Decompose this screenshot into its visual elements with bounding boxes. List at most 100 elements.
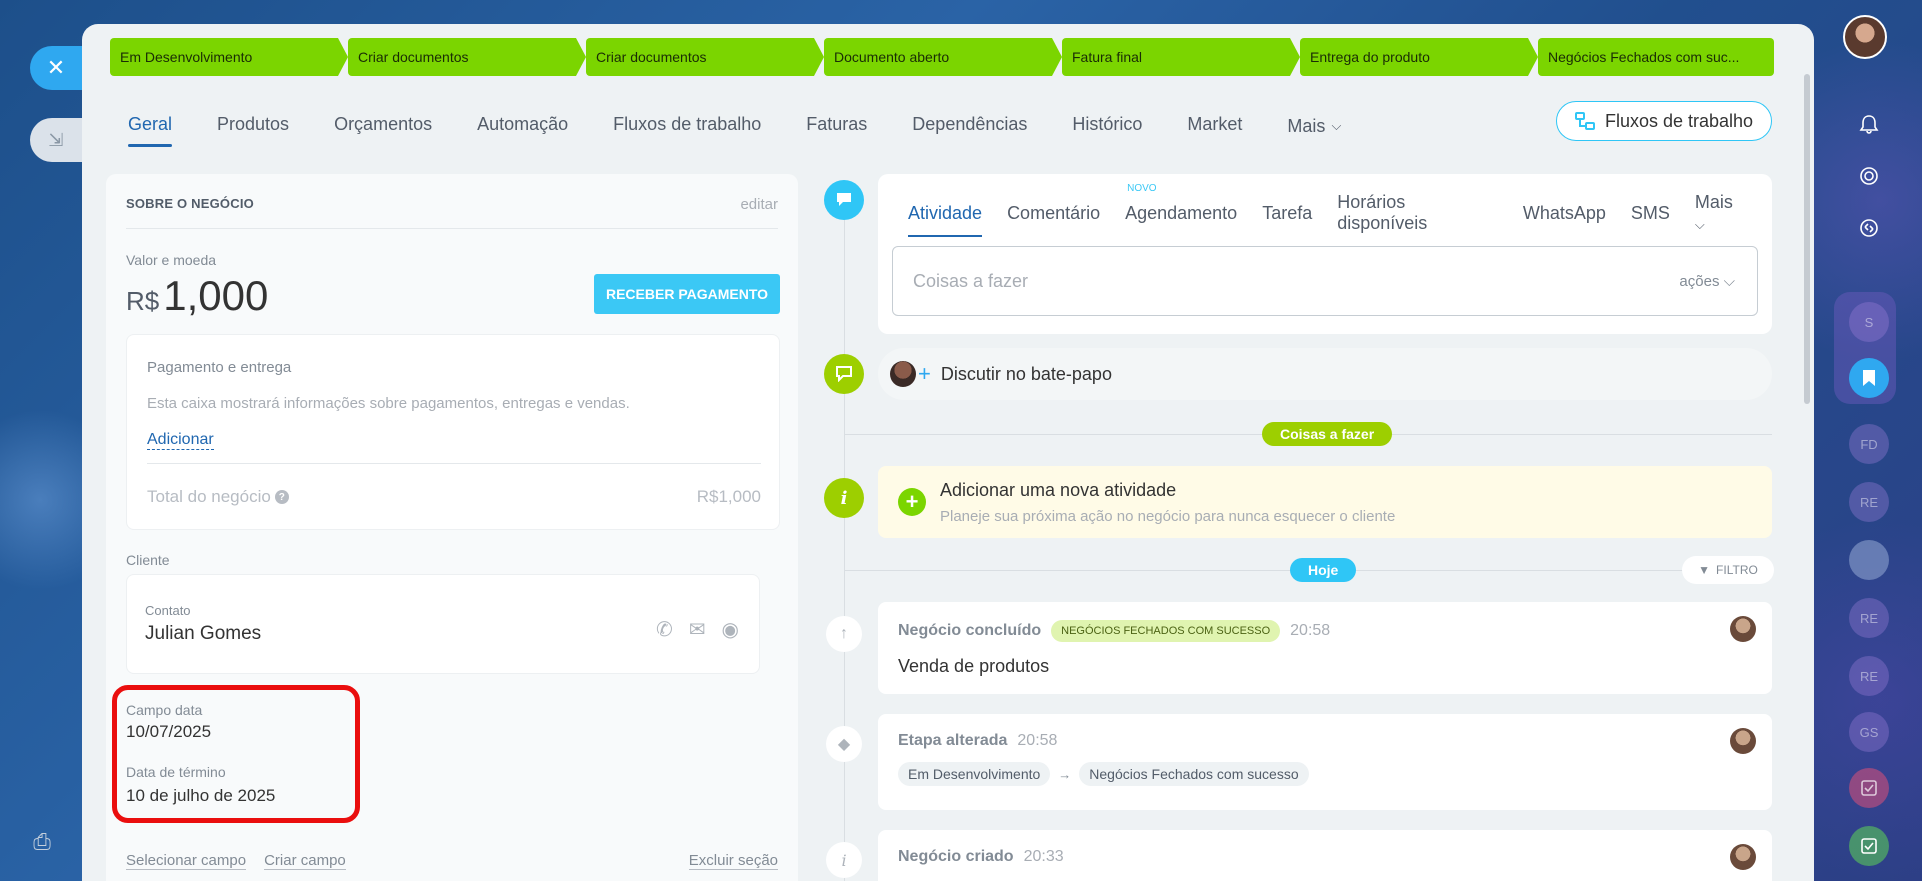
chat-avatar[interactable]: FD [1849,424,1889,464]
select-field-link[interactable]: Selecionar campo [126,852,247,870]
chat-avatar-image[interactable] [1849,540,1889,580]
stage-item[interactable]: Documento aberto [824,38,1062,76]
value-label: Valor e moeda [126,252,217,268]
plus-icon[interactable]: + [898,488,926,516]
task-done-icon[interactable] [1849,826,1889,866]
chevron-down-icon: ⌵ [1723,273,1735,290]
tab-faturas[interactable]: Faturas [806,114,867,139]
right-sidebar: S FD RE RE RE GS [1834,0,1922,881]
end-date-value[interactable]: 10 de julho de 2025 [126,786,275,806]
to-stage: Negócios Fechados com sucesso [1079,762,1309,786]
avatar[interactable] [1730,728,1756,754]
contact-label: Contato [145,603,191,618]
bell-icon[interactable] [1849,104,1889,144]
tag-icon: ◆ [826,726,862,762]
tab-sms[interactable]: SMS [1631,203,1670,224]
tab-more[interactable]: Mais ⌵ [1287,116,1341,137]
printer-icon: ⎙ [33,829,51,854]
stage-item[interactable]: Fatura final [1062,38,1300,76]
payment-title: Pagamento e entrega [147,359,292,376]
print-button[interactable]: ⎙ [28,828,56,856]
info-icon: i [824,478,864,518]
arrow-up-icon: ↑ [826,616,862,652]
tab-produtos[interactable]: Produtos [217,114,289,139]
chat-avatar[interactable]: RE [1849,656,1889,696]
workflows-button-label: Fluxos de trabalho [1604,110,1754,131]
chat-avatar[interactable]: GS [1849,712,1889,752]
tab-slots[interactable]: Horários disponíveis [1337,192,1498,234]
phone-icon[interactable]: ✆ [656,617,673,642]
tab-schedule[interactable]: NOVO Agendamento [1125,183,1237,224]
tab-more-activity-label: Mais [1694,192,1733,212]
tab-more-activity[interactable]: Mais ⌵ [1695,192,1747,234]
workflows-button[interactable]: Fluxos de trabalho [1556,101,1772,141]
tab-historico[interactable]: Histórico [1072,114,1142,139]
filter-button[interactable]: ▼ FILTRO [1682,556,1774,584]
edit-link[interactable]: editar [740,196,778,213]
plus-icon[interactable]: + [918,361,931,387]
divider [126,228,778,229]
stage-item[interactable]: Criar documentos [586,38,824,76]
stage-change: Em Desenvolvimento → Negócios Fechados c… [898,762,1309,786]
user-avatar[interactable] [1843,15,1887,59]
actions-label: ações [1679,273,1720,290]
tab-automacao[interactable]: Automação [477,114,568,139]
sync-icon[interactable] [1849,208,1889,248]
event-time: 20:33 [1023,848,1064,865]
tab-orcamentos[interactable]: Orçamentos [334,114,432,139]
chat-avatar[interactable]: S [1849,302,1889,342]
status-badge: NEGÓCIOS FECHADOS COM SUCESSO [1051,620,1281,642]
section-title: SOBRE O NEGÓCIO [126,196,254,211]
minimize-slider-button[interactable]: ⇲ [30,118,82,162]
help-icon[interactable]: ? [274,490,289,504]
deal-panel: Em Desenvolvimento Criar documentos Cria… [82,24,1814,881]
minimize-icon: ⇲ [48,129,64,150]
tab-task[interactable]: Tarefa [1262,203,1312,224]
event-body: Venda de produtos [898,656,1050,676]
tab-activity[interactable]: Atividade [908,203,983,237]
avatar[interactable] [1730,616,1756,642]
discuss-in-chat[interactable]: + Discutir no bate-papo [878,348,1772,400]
avatar[interactable] [1730,844,1756,870]
stage-item[interactable]: Em Desenvolvimento [110,38,348,76]
delete-section-link[interactable]: Excluir seção [688,852,778,870]
create-field-link[interactable]: Criar campo [264,852,346,870]
add-payment-link[interactable]: Adicionar [147,431,214,450]
main-tabs: Geral Produtos Orçamentos Automação Flux… [128,108,1341,147]
tab-geral[interactable]: Geral [128,114,173,147]
tab-whatsapp[interactable]: WhatsApp [1523,203,1606,224]
add-activity-card[interactable]: + Adicionar uma nova atividade Planeje s… [878,466,1772,538]
scrollbar[interactable] [1804,74,1810,404]
divider [147,463,761,464]
stage-item[interactable]: Entrega do produto [1300,38,1538,76]
tab-comment[interactable]: Comentário [1007,203,1100,224]
close-slider-button[interactable]: ✕ [30,46,82,90]
event-title: Etapa alterada [898,732,1008,749]
chat-bubble-icon [824,354,864,394]
todo-input[interactable]: Coisas a fazer ações ⌵ [892,246,1758,316]
total-label: Total do negócio? [147,487,289,507]
tab-more-label: Mais [1287,115,1326,136]
bookmark-icon[interactable] [1849,358,1889,398]
filter-label: FILTRO [1716,563,1758,577]
add-activity-desc: Planeje sua próxima ação no negócio para… [940,508,1396,525]
task-icon[interactable] [1849,768,1889,808]
chat-avatar[interactable]: RE [1849,598,1889,638]
end-date-label: Data de término [126,764,226,780]
contact-name[interactable]: Julian Gomes [145,623,261,645]
date-field-value[interactable]: 10/07/2025 [126,722,211,742]
stage-item[interactable]: Criar documentos [348,38,586,76]
target-icon[interactable] [1849,156,1889,196]
mail-icon[interactable]: ✉ [689,617,706,642]
chat-avatar[interactable]: RE [1849,482,1889,522]
chat-icon[interactable]: ◉ [722,617,739,642]
discuss-label: Discutir no bate-papo [940,363,1112,384]
tab-fluxos[interactable]: Fluxos de trabalho [613,114,761,139]
workflow-icon [1574,112,1595,130]
receive-payment-button[interactable]: RECEBER PAGAMENTO [594,274,780,314]
stage-item[interactable]: Negócios Fechados com suc... [1538,38,1774,76]
tab-market[interactable]: Market [1187,114,1242,139]
tab-dependencias[interactable]: Dependências [912,114,1027,139]
timeline-event: Etapa alterada 20:58 Em Desenvolvimento … [878,714,1772,810]
actions-dropdown[interactable]: ações ⌵ [1679,273,1735,290]
